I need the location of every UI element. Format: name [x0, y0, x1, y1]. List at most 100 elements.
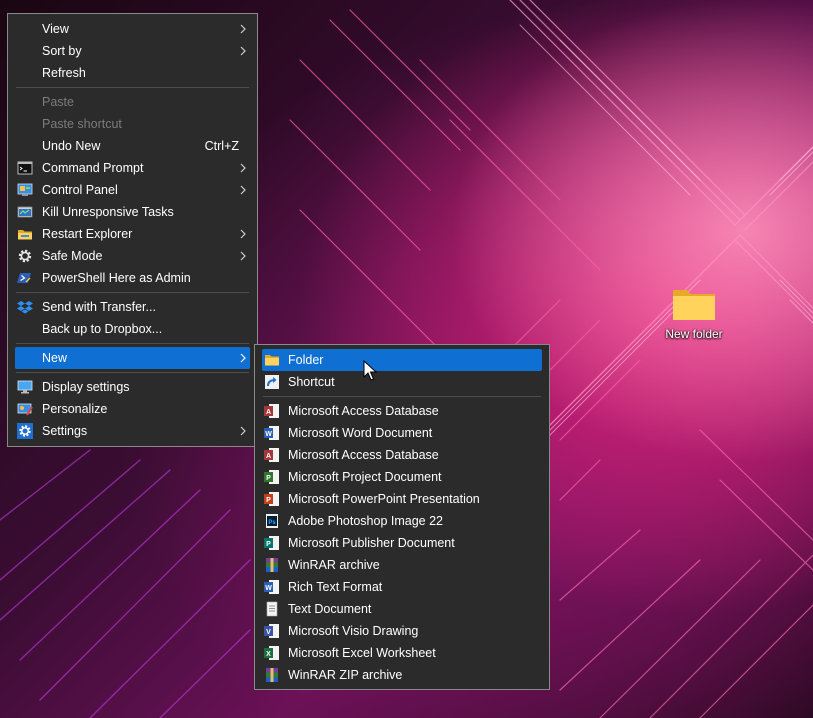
shortcut-hint: Ctrl+Z — [204, 139, 239, 153]
word-icon: W — [264, 426, 279, 440]
dropbox-icon — [17, 301, 33, 314]
chevron-right-icon — [240, 163, 246, 173]
submenu-item-powerpoint-presentation[interactable]: P Microsoft PowerPoint Presentation — [255, 488, 549, 510]
menu-item-label: Kill Unresponsive Tasks — [42, 205, 174, 219]
menu-item-personalize[interactable]: Personalize — [8, 398, 257, 420]
menu-item-label: Microsoft Word Document — [288, 426, 433, 440]
menu-separator — [16, 87, 249, 88]
access-icon: A — [264, 448, 279, 462]
menu-item-label: WinRAR archive — [288, 558, 380, 572]
menu-item-backup-dropbox[interactable]: Back up to Dropbox... — [8, 318, 257, 340]
chevron-right-icon — [240, 251, 246, 261]
menu-item-label: Microsoft Excel Worksheet — [288, 646, 436, 660]
folder-icon — [265, 355, 279, 366]
submenu-item-access-database-2[interactable]: A Microsoft Access Database — [255, 444, 549, 466]
gear-icon — [18, 249, 32, 263]
menu-item-refresh[interactable]: Refresh — [8, 62, 257, 84]
submenu-item-excel-worksheet[interactable]: X Microsoft Excel Worksheet — [255, 642, 549, 664]
winrar-icon — [266, 558, 278, 572]
menu-item-kill-unresponsive-tasks[interactable]: Kill Unresponsive Tasks — [8, 201, 257, 223]
shortcut-icon — [265, 375, 279, 389]
powerpoint-icon: P — [264, 492, 279, 506]
menu-separator — [263, 396, 541, 397]
submenu-item-winrar-archive[interactable]: WinRAR archive — [255, 554, 549, 576]
svg-text:P: P — [266, 541, 271, 548]
desktop-new-folder[interactable]: New folder — [660, 284, 728, 341]
chevron-right-icon — [240, 24, 246, 34]
menu-item-safe-mode[interactable]: Safe Mode — [8, 245, 257, 267]
menu-item-label: Microsoft Project Document — [288, 470, 442, 484]
chevron-right-icon — [240, 185, 246, 195]
menu-item-paste-shortcut[interactable]: Paste shortcut — [8, 113, 257, 135]
submenu-item-word-document[interactable]: W Microsoft Word Document — [255, 422, 549, 444]
svg-text:P: P — [266, 497, 271, 504]
submenu-item-access-database[interactable]: A Microsoft Access Database — [255, 400, 549, 422]
svg-text:W: W — [265, 585, 272, 592]
menu-separator — [16, 372, 249, 373]
winrar-zip-icon — [266, 668, 278, 682]
menu-item-label: Text Document — [288, 602, 372, 616]
powershell-icon — [17, 273, 31, 283]
menu-item-label: Shortcut — [288, 375, 335, 389]
menu-item-label: Folder — [288, 353, 324, 367]
svg-text:A: A — [266, 453, 271, 460]
publisher-icon: P — [264, 536, 279, 550]
menu-item-display-settings[interactable]: Display settings — [8, 376, 257, 398]
svg-text:Ps: Ps — [268, 520, 276, 526]
menu-item-sort-by[interactable]: Sort by — [8, 40, 257, 62]
photoshop-icon: Ps — [266, 514, 278, 528]
display-icon — [17, 380, 33, 394]
menu-item-powershell-admin[interactable]: PowerShell Here as Admin — [8, 267, 257, 289]
desktop-folder-label: New folder — [665, 327, 723, 341]
submenu-item-publisher-document[interactable]: P Microsoft Publisher Document — [255, 532, 549, 554]
project-icon: P — [264, 470, 279, 484]
menu-item-paste[interactable]: Paste — [8, 91, 257, 113]
menu-item-label: View — [42, 22, 69, 36]
desktop-context-menu: View Sort by Refresh Paste Paste shortcu… — [7, 13, 258, 447]
menu-item-label: Display settings — [42, 380, 130, 394]
settings-gear-icon — [17, 423, 33, 439]
submenu-item-shortcut[interactable]: Shortcut — [255, 371, 549, 393]
menu-item-label: Settings — [42, 424, 88, 438]
menu-item-label: Microsoft PowerPoint Presentation — [288, 492, 480, 506]
command-prompt-icon — [17, 161, 33, 175]
submenu-item-folder[interactable]: Folder — [262, 349, 542, 371]
folder-icon — [673, 290, 715, 320]
menu-item-label: Paste shortcut — [42, 117, 122, 131]
text-document-icon — [266, 601, 278, 617]
rtf-icon: W — [264, 580, 279, 594]
mouse-cursor-icon — [363, 360, 377, 381]
menu-item-view[interactable]: View — [8, 18, 257, 40]
menu-item-label: Sort by — [42, 44, 82, 58]
menu-item-control-panel[interactable]: Control Panel — [8, 179, 257, 201]
menu-item-label: Adobe Photoshop Image 22 — [288, 514, 443, 528]
menu-item-label: Microsoft Access Database — [288, 404, 439, 418]
svg-text:A: A — [266, 409, 271, 416]
control-panel-icon — [17, 183, 33, 196]
submenu-item-winrar-zip-archive[interactable]: WinRAR ZIP archive — [255, 664, 549, 686]
submenu-item-rich-text-format[interactable]: W Rich Text Format — [255, 576, 549, 598]
explorer-folder-icon — [18, 230, 32, 240]
menu-item-label: Refresh — [42, 66, 86, 80]
menu-item-settings[interactable]: Settings — [8, 420, 257, 442]
svg-text:P: P — [266, 475, 271, 482]
menu-item-label: Restart Explorer — [42, 227, 133, 241]
submenu-item-text-document[interactable]: Text Document — [255, 598, 549, 620]
chevron-right-icon — [240, 426, 246, 436]
menu-item-undo-new[interactable]: Undo New Ctrl+Z — [8, 135, 257, 157]
menu-item-command-prompt[interactable]: Command Prompt — [8, 157, 257, 179]
menu-item-send-with-transfer[interactable]: Send with Transfer... — [8, 296, 257, 318]
submenu-item-photoshop-image[interactable]: Ps Adobe Photoshop Image 22 — [255, 510, 549, 532]
menu-item-restart-explorer[interactable]: Restart Explorer — [8, 223, 257, 245]
chevron-right-icon — [240, 46, 246, 56]
visio-icon: V — [264, 624, 279, 638]
menu-separator — [16, 292, 249, 293]
submenu-item-visio-drawing[interactable]: V Microsoft Visio Drawing — [255, 620, 549, 642]
personalize-icon — [17, 403, 33, 416]
chevron-right-icon — [240, 353, 246, 363]
submenu-item-project-document[interactable]: P Microsoft Project Document — [255, 466, 549, 488]
menu-item-label: Undo New — [42, 139, 101, 153]
menu-item-label: Personalize — [42, 402, 108, 416]
menu-item-new[interactable]: New — [15, 347, 250, 369]
menu-item-label: New — [42, 351, 68, 365]
